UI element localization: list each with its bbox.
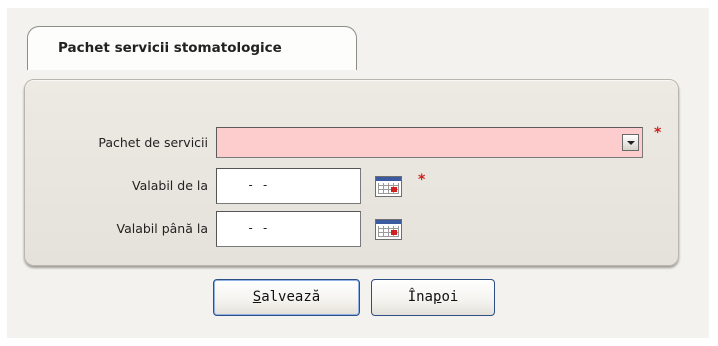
calendar-icon[interactable] (375, 176, 402, 197)
package-label: Pachet de servicii (98, 135, 208, 150)
valid-to-input[interactable]: - - (216, 211, 361, 247)
save-mnemonic: S (252, 289, 262, 305)
calendar-icon-mark (391, 187, 397, 192)
calendar-icon-header (376, 220, 401, 224)
required-marker: * (654, 125, 662, 141)
calendar-icon-mark (391, 230, 397, 235)
valid-from-label: Valabil de la (132, 178, 208, 193)
tab-pachet-servicii[interactable]: Pachet servicii stomatologice (27, 26, 357, 70)
valid-from-input[interactable]: - - (216, 168, 361, 204)
tab-label: Pachet servicii stomatologice (58, 40, 282, 56)
chevron-down-icon[interactable] (622, 134, 639, 151)
calendar-icon[interactable] (375, 219, 402, 240)
required-marker: * (418, 172, 426, 188)
back-label-part: oi (441, 289, 459, 305)
save-button[interactable]: Salvează (213, 279, 360, 316)
back-label-part: Îna (407, 289, 433, 305)
back-button[interactable]: Înapoi (371, 279, 495, 316)
save-label-part: alvează (261, 289, 321, 305)
calendar-icon-header (376, 177, 401, 181)
package-select[interactable] (216, 127, 643, 158)
valid-to-label: Valabil până la (116, 221, 208, 236)
